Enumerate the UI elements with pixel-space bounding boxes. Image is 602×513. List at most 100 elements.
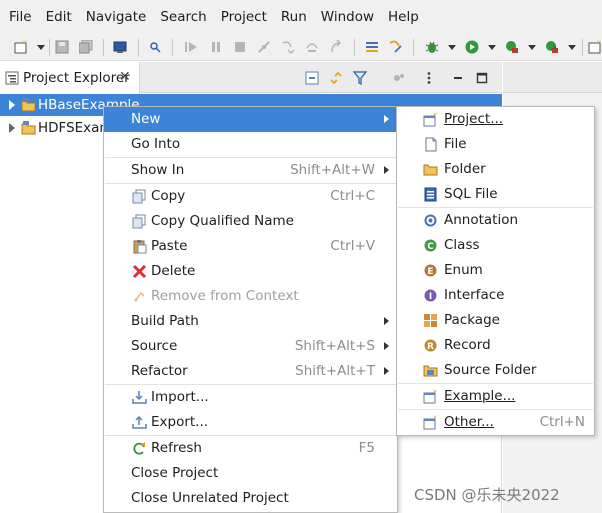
svg-text:E: E bbox=[427, 267, 433, 277]
project-explorer-icon bbox=[5, 71, 19, 85]
submenu-item-interface[interactable]: I Interface bbox=[397, 283, 594, 308]
editor-area-header bbox=[503, 62, 602, 93]
external-tools-icon[interactable] bbox=[545, 40, 559, 54]
save-icon[interactable] bbox=[55, 40, 69, 54]
menu-item-label: Class bbox=[444, 237, 480, 253]
disconnect-icon[interactable] bbox=[257, 40, 271, 54]
menu-item-copy[interactable]: Copy Ctrl+C bbox=[104, 184, 397, 209]
menu-item-label: Close Unrelated Project bbox=[131, 490, 289, 506]
use-step-filters-icon[interactable] bbox=[389, 40, 403, 54]
suspend-icon[interactable] bbox=[209, 40, 223, 54]
java-project-icon bbox=[21, 121, 36, 135]
menu-item-close-project[interactable]: Close Project bbox=[104, 461, 397, 486]
project-explorer-tab[interactable]: Project Explorer ✕ bbox=[0, 62, 140, 94]
svg-text:C: C bbox=[427, 242, 434, 252]
menu-item-label: Export... bbox=[151, 414, 209, 430]
submenu-item-other[interactable]: Other... Ctrl+N bbox=[397, 410, 594, 435]
toolbar-separator bbox=[354, 39, 355, 56]
step-over-icon[interactable] bbox=[305, 40, 319, 54]
new-java-package-icon[interactable] bbox=[588, 40, 602, 54]
menu-item-shortcut: Shift+Alt+S bbox=[294, 338, 375, 354]
menu-item-source[interactable]: Source Shift+Alt+S bbox=[104, 334, 397, 359]
collapse-all-icon[interactable] bbox=[305, 71, 319, 85]
save-all-icon[interactable] bbox=[79, 40, 93, 54]
menu-item-close-unrelated-project[interactable]: Close Unrelated Project bbox=[104, 486, 397, 511]
submenu-item-annotation[interactable]: Annotation bbox=[397, 208, 594, 233]
view-menu-icon[interactable] bbox=[422, 71, 436, 85]
step-return-icon[interactable] bbox=[329, 40, 343, 54]
menu-navigate[interactable]: Navigate bbox=[79, 0, 154, 34]
menu-item-show-in[interactable]: Show In Shift+Alt+W bbox=[104, 158, 397, 183]
run-dropdown-icon[interactable] bbox=[488, 45, 496, 50]
menu-item-label: Build Path bbox=[131, 313, 199, 329]
terminal-icon[interactable] bbox=[113, 40, 127, 54]
menu-item-label: Close Project bbox=[131, 465, 219, 481]
submenu-item-folder[interactable]: Folder bbox=[397, 157, 594, 182]
menu-item-delete[interactable]: Delete bbox=[104, 259, 397, 284]
focus-on-active-task-icon[interactable] bbox=[392, 71, 406, 85]
debug-skip-icon[interactable] bbox=[148, 40, 162, 54]
run-icon[interactable] bbox=[465, 40, 479, 54]
submenu-item-sql-file[interactable]: SQL File bbox=[397, 182, 594, 207]
step-into-icon[interactable] bbox=[281, 40, 295, 54]
menu-item-go-into[interactable]: Go Into bbox=[104, 132, 397, 157]
menu-item-refresh[interactable]: Refresh F5 bbox=[104, 436, 397, 461]
copy-qualified-name-icon bbox=[132, 214, 146, 229]
new-wizard-dropdown-icon[interactable] bbox=[37, 45, 45, 50]
submenu-item-example[interactable]: Example... bbox=[397, 384, 594, 409]
project-explorer-title: Project Explorer bbox=[23, 70, 130, 86]
menu-item-remove-from-context[interactable]: Remove from Context bbox=[104, 284, 397, 309]
menu-item-label: SQL File bbox=[444, 186, 498, 202]
submenu-item-enum[interactable]: E Enum bbox=[397, 258, 594, 283]
submenu-item-class[interactable]: C Class bbox=[397, 233, 594, 258]
menu-run[interactable]: Run bbox=[274, 0, 314, 34]
debug-dropdown-icon[interactable] bbox=[448, 45, 456, 50]
menu-edit[interactable]: Edit bbox=[39, 0, 79, 34]
menu-item-label: Remove from Context bbox=[151, 288, 299, 304]
new-wizard-icon[interactable] bbox=[14, 40, 28, 54]
coverage-icon[interactable] bbox=[505, 40, 519, 54]
refresh-icon bbox=[133, 442, 145, 455]
link-with-editor-icon[interactable] bbox=[329, 71, 343, 85]
menu-item-paste[interactable]: Paste Ctrl+V bbox=[104, 234, 397, 259]
menu-project[interactable]: Project bbox=[214, 0, 274, 34]
watermark-text: CSDN @乐未央2022 bbox=[414, 486, 560, 504]
menu-file[interactable]: File bbox=[2, 0, 39, 34]
expand-icon[interactable] bbox=[9, 100, 15, 110]
example-icon bbox=[423, 389, 437, 404]
close-icon[interactable]: ✕ bbox=[119, 69, 131, 85]
menu-item-build-path[interactable]: Build Path bbox=[104, 309, 397, 334]
maximize-icon[interactable] bbox=[475, 71, 489, 85]
menu-item-export[interactable]: Export... bbox=[104, 410, 397, 435]
copy-icon bbox=[132, 189, 146, 204]
submenu-item-project[interactable]: Project... bbox=[397, 107, 594, 132]
submenu-item-file[interactable]: File bbox=[397, 132, 594, 157]
menu-window[interactable]: Window bbox=[314, 0, 381, 34]
coverage-dropdown-icon[interactable] bbox=[528, 45, 536, 50]
terminate-icon[interactable] bbox=[233, 40, 247, 54]
menu-item-copy-qualified-name[interactable]: Copy Qualified Name bbox=[104, 209, 397, 234]
menu-bar: File Edit Navigate Search Project Run Wi… bbox=[0, 0, 602, 34]
external-tools-dropdown-icon[interactable] bbox=[568, 45, 576, 50]
submenu-item-record[interactable]: R Record bbox=[397, 333, 594, 358]
record-icon: R bbox=[424, 339, 437, 352]
drop-to-frame-icon[interactable] bbox=[365, 40, 379, 54]
submenu-item-package[interactable]: Package bbox=[397, 308, 594, 333]
menu-item-import[interactable]: Import... bbox=[104, 385, 397, 410]
menu-item-label: New bbox=[131, 111, 161, 127]
toolbar-separator bbox=[103, 39, 104, 56]
menu-item-label: Show In bbox=[131, 162, 185, 178]
menu-item-new[interactable]: New bbox=[104, 107, 397, 132]
submenu-item-source-folder[interactable]: Source Folder bbox=[397, 358, 594, 383]
filter-icon[interactable] bbox=[353, 71, 367, 85]
menu-search[interactable]: Search bbox=[153, 0, 213, 34]
menu-item-refactor[interactable]: Refactor Shift+Alt+T bbox=[104, 359, 397, 384]
package-icon bbox=[424, 314, 437, 327]
menu-help[interactable]: Help bbox=[381, 0, 426, 34]
resume-icon[interactable] bbox=[184, 40, 198, 54]
menu-item-shortcut: Shift+Alt+W bbox=[290, 162, 375, 178]
debug-icon[interactable] bbox=[425, 40, 439, 54]
expand-icon[interactable] bbox=[9, 123, 15, 133]
svg-text:R: R bbox=[427, 342, 434, 352]
minimize-icon[interactable] bbox=[451, 71, 465, 85]
